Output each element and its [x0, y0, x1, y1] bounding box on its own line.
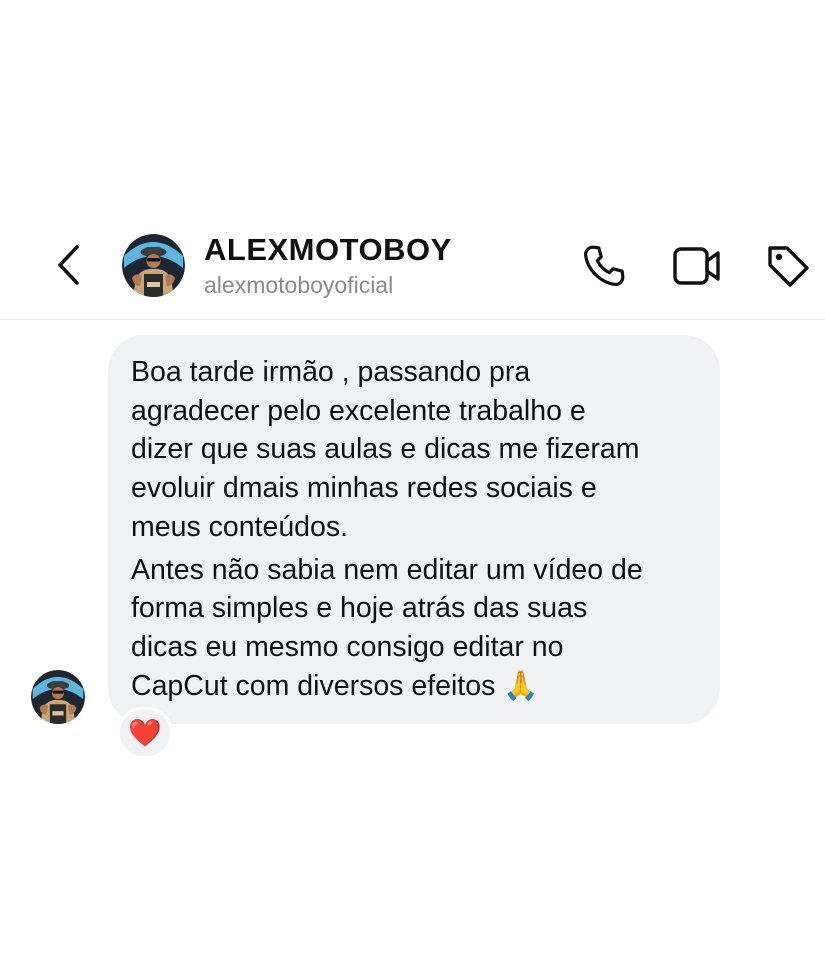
- video-call-button[interactable]: [669, 240, 725, 292]
- avatar[interactable]: [122, 234, 185, 297]
- video-camera-icon: [673, 247, 720, 285]
- user-handle[interactable]: alexmotoboyoficial: [204, 272, 393, 299]
- chat-header: ALEXMOTOBOY alexmotoboyoficial: [0, 215, 825, 320]
- phone-icon: [583, 245, 625, 287]
- user-name[interactable]: ALEXMOTOBOY: [204, 232, 452, 268]
- tag-button[interactable]: [760, 240, 816, 292]
- message-paragraph: Antes não sabia nem editar um vídeo de f…: [131, 553, 643, 702]
- tag-icon: [768, 246, 809, 287]
- call-button[interactable]: [576, 240, 632, 292]
- back-button[interactable]: [50, 243, 86, 287]
- message-paragraph: Boa tarde irmão , passando pra agradecer…: [131, 356, 640, 543]
- sender-avatar[interactable]: [31, 670, 85, 724]
- message-bubble[interactable]: Boa tarde irmão , passando pra agradecer…: [108, 335, 720, 724]
- reaction-heart[interactable]: ❤️: [117, 707, 173, 759]
- chevron-left-icon: [58, 245, 79, 285]
